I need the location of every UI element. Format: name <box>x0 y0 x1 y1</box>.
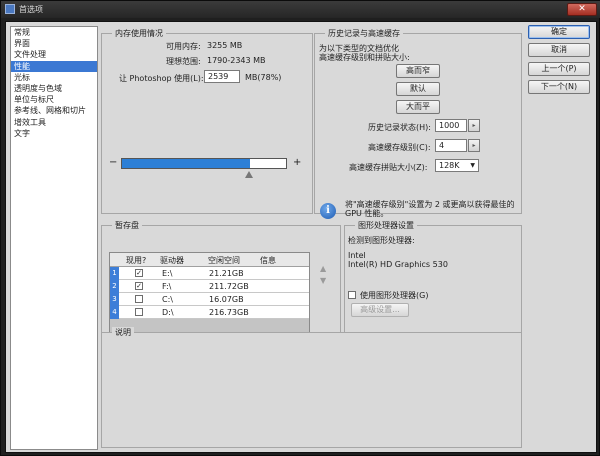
history-cache-title: 历史记录与高速缓存 <box>325 28 403 39</box>
history-states-input[interactable]: 1000 <box>435 119 467 132</box>
cache-tile-size-value: 128K <box>439 161 460 170</box>
cache-tile-size-label: 高速缓存拼贴大小(Z): <box>349 163 428 172</box>
app-icon <box>5 4 15 14</box>
dialog-body: 常规 界面 文件处理 性能 光标 透明度与色域 单位与标尺 参考线、网格和切片 … <box>5 21 597 453</box>
row-number: 3 <box>110 293 119 306</box>
ideal-range-label: 理想范围: <box>166 57 201 66</box>
available-memory-label: 可用内存: <box>166 42 201 51</box>
slider-plus: + <box>293 157 302 168</box>
table-row[interactable]: 3 C:\ 16.07GB <box>110 293 309 306</box>
memory-use-unit: MB(78%) <box>245 73 282 82</box>
free-space-cell: 216.73GB <box>209 308 249 317</box>
col-active: 现用? <box>126 256 147 265</box>
move-up-arrow-icon[interactable]: ▲ <box>320 264 326 273</box>
available-memory-value: 3255 MB <box>207 41 243 50</box>
table-header: 现用? 驱动器 空闲空间 信息 <box>110 253 309 267</box>
advanced-settings-button[interactable]: 高级设置... <box>351 303 409 317</box>
drive-cell: C:\ <box>162 295 173 304</box>
drive-cell: F:\ <box>162 282 172 291</box>
row-number: 1 <box>110 267 119 280</box>
use-gpu-label: 使用图形处理器(G) <box>360 291 429 300</box>
table-scrollbar[interactable] <box>110 319 309 332</box>
row-number: 2 <box>110 280 119 293</box>
description-group: 说明 <box>101 327 522 448</box>
slider-minus: − <box>109 157 118 168</box>
table-row[interactable]: 2 ✓ F:\ 211.72GB <box>110 280 309 293</box>
gpu-tip-line2: GPU 性能。 <box>345 209 389 218</box>
category-item-file-handling[interactable]: 文件处理 <box>11 49 97 60</box>
category-item-plugins[interactable]: 增效工具 <box>11 117 97 128</box>
memory-use-input[interactable]: 2539 <box>204 70 240 83</box>
window-title: 首选项 <box>19 5 43 14</box>
memory-slider-thumb[interactable] <box>245 171 253 178</box>
gpu-model: Intel(R) HD Graphics 530 <box>348 260 448 269</box>
chevron-down-icon: ▼ <box>470 162 475 169</box>
history-states-label: 历史记录状态(H): <box>368 123 431 132</box>
cache-levels-input[interactable]: 4 <box>435 139 467 152</box>
ideal-range-value: 1790-2343 MB <box>207 56 266 65</box>
category-item-type[interactable]: 文字 <box>11 128 97 139</box>
category-item-general[interactable]: 常规 <box>11 27 97 38</box>
col-free-space: 空闲空间 <box>208 256 240 265</box>
gpu-settings-title: 图形处理器设置 <box>355 220 417 231</box>
prev-button[interactable]: 上一个(P) <box>528 62 590 76</box>
category-item-interface[interactable]: 界面 <box>11 38 97 49</box>
info-icon: i <box>320 203 336 219</box>
gpu-detected-label: 检测到图形处理器: <box>348 236 415 245</box>
default-button[interactable]: 默认 <box>396 82 440 96</box>
cache-levels-stepper[interactable]: ▸ <box>468 139 480 152</box>
scratch-disk-table: 现用? 驱动器 空闲空间 信息 1 ✓ E:\ 21.21GB 2 ✓ F:\ … <box>109 252 310 333</box>
next-button[interactable]: 下一个(N) <box>528 80 590 94</box>
free-space-cell: 16.07GB <box>209 295 244 304</box>
cache-desc-line2: 高速缓存级别和拼贴大小: <box>319 53 410 62</box>
memory-usage-title: 内存使用情况 <box>112 28 166 39</box>
category-item-units-rulers[interactable]: 单位与标尺 <box>11 94 97 105</box>
cache-levels-label: 高速缓存级别(C): <box>368 143 431 152</box>
category-list: 常规 界面 文件处理 性能 光标 透明度与色域 单位与标尺 参考线、网格和切片 … <box>10 26 98 450</box>
memory-use-label: 让 Photoshop 使用(L): <box>119 74 204 83</box>
memory-slider[interactable] <box>121 158 287 169</box>
table-row[interactable]: 4 D:\ 216.73GB <box>110 306 309 319</box>
use-gpu-checkbox[interactable] <box>348 291 356 299</box>
table-row[interactable]: 1 ✓ E:\ 21.21GB <box>110 267 309 280</box>
description-title: 说明 <box>112 327 134 338</box>
cancel-button[interactable]: 取消 <box>528 43 590 57</box>
category-item-performance[interactable]: 性能 <box>11 60 97 72</box>
title-bar: 首选项 ✕ <box>1 1 600 18</box>
category-item-cursors[interactable]: 光标 <box>11 72 97 83</box>
tall-narrow-button[interactable]: 高而窄 <box>396 64 440 78</box>
free-space-cell: 211.72GB <box>209 282 249 291</box>
big-flat-button[interactable]: 大而平 <box>396 100 440 114</box>
col-drive: 驱动器 <box>160 256 184 265</box>
active-checkbox[interactable]: ✓ <box>135 269 143 277</box>
memory-slider-fill <box>122 159 250 168</box>
history-states-stepper[interactable]: ▸ <box>468 119 480 132</box>
active-checkbox[interactable]: ✓ <box>135 282 143 290</box>
drive-cell: E:\ <box>162 269 173 278</box>
scratch-disk-title: 暂存盘 <box>112 220 142 231</box>
col-info: 信息 <box>260 256 276 265</box>
category-item-transparency[interactable]: 透明度与色域 <box>11 83 97 94</box>
active-checkbox[interactable] <box>135 308 143 316</box>
row-number: 4 <box>110 306 119 319</box>
free-space-cell: 21.21GB <box>209 269 244 278</box>
active-checkbox[interactable] <box>135 295 143 303</box>
preferences-window: 首选项 ✕ 常规 界面 文件处理 性能 光标 透明度与色域 单位与标尺 参考线、… <box>0 0 600 456</box>
category-item-guides-grid[interactable]: 参考线、网格和切片 <box>11 105 97 116</box>
gpu-vendor: Intel <box>348 251 366 260</box>
close-button[interactable]: ✕ <box>567 3 597 16</box>
cache-tile-size-select[interactable]: 128K ▼ <box>435 159 479 172</box>
ok-button[interactable]: 确定 <box>528 25 590 39</box>
drive-cell: D:\ <box>162 308 174 317</box>
move-down-arrow-icon[interactable]: ▼ <box>320 276 326 285</box>
